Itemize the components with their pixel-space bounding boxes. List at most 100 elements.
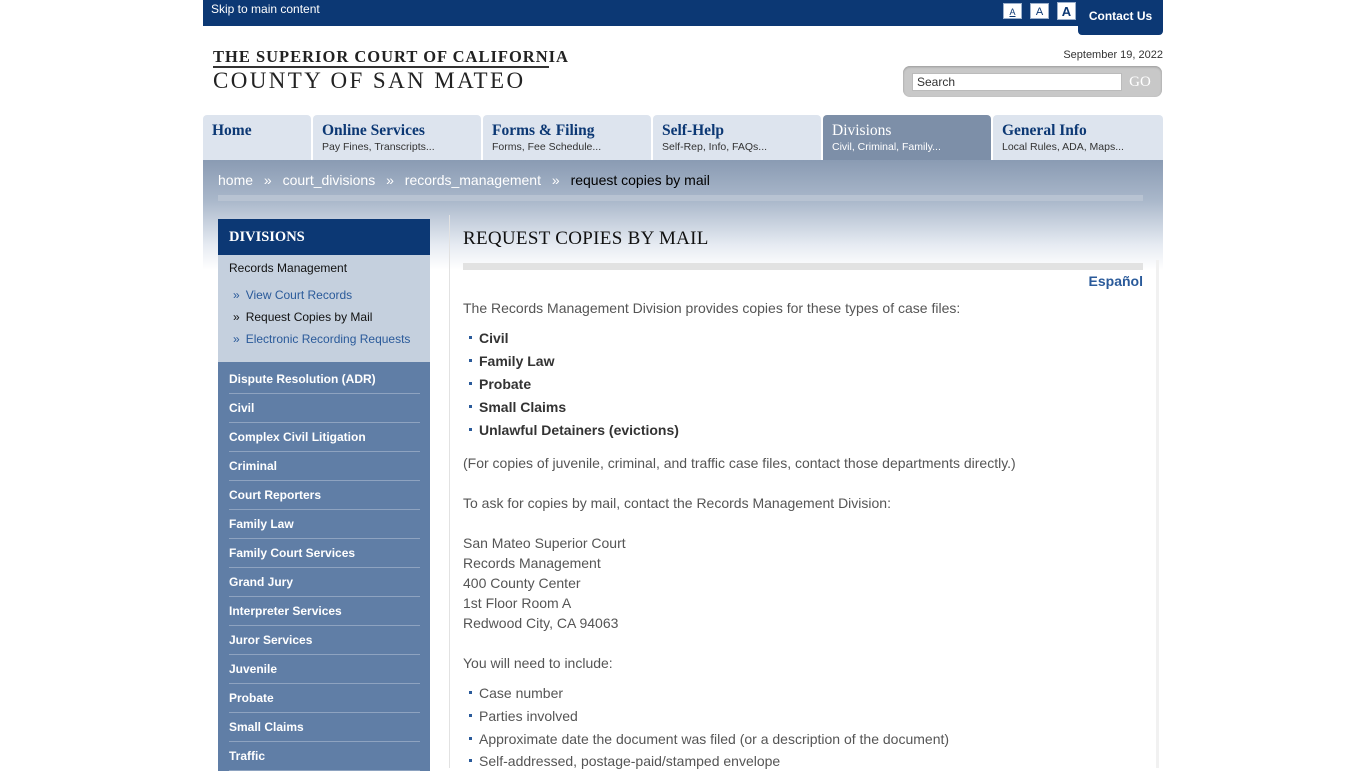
top-bar: Skip to main content A A A <box>203 0 1163 26</box>
sidebar-subitem-request-copies[interactable]: » Request Copies by Mail <box>233 310 430 324</box>
search-input[interactable] <box>912 73 1122 91</box>
espanol-link[interactable]: Español <box>1089 273 1143 289</box>
skip-to-main-link[interactable]: Skip to main content <box>211 2 320 16</box>
sidebar-subitem-label: Request Copies by Mail <box>245 310 373 324</box>
bullet-icon <box>469 736 472 740</box>
nav-tab-general-info[interactable]: General Info Local Rules, ADA, Maps... <box>993 115 1163 160</box>
note-text: (For copies of juvenile, criminal, and t… <box>463 455 1016 471</box>
contact-intro-text: To ask for copies by mail, contact the R… <box>463 495 891 511</box>
bullet-icon <box>469 358 472 362</box>
sidebar-item-adr[interactable]: Dispute Resolution (ADR) <box>229 365 420 394</box>
list-item: Small Claims <box>469 399 566 415</box>
breadcrumb-separator: » <box>263 172 272 188</box>
address-line: Records Management <box>463 555 601 571</box>
list-item: Civil <box>469 330 509 346</box>
include-item: Approximate date the document was filed … <box>479 731 950 747</box>
sidebar-item-family-law[interactable]: Family Law <box>229 510 420 539</box>
nav-tab-forms-filing[interactable]: Forms & Filing Forms, Fee Schedule... <box>483 115 651 160</box>
bullet-icon <box>469 427 472 431</box>
nav-tab-home[interactable]: Home <box>203 115 311 160</box>
breadcrumb-home[interactable]: home <box>218 172 253 188</box>
sidebar-item-family-court-services[interactable]: Family Court Services <box>229 539 420 568</box>
nav-tab-subtitle: Pay Fines, Transcripts... <box>322 141 435 153</box>
list-item: Probate <box>469 376 531 392</box>
case-type: Civil <box>479 330 509 346</box>
court-logo-line2[interactable]: COUNTY OF SAN MATEO <box>213 68 525 94</box>
nav-tab-title: Home <box>212 122 252 139</box>
sidebar-item-court-reporters[interactable]: Court Reporters <box>229 481 420 510</box>
include-item: Case number <box>479 685 564 701</box>
sidebar-item-juror-services[interactable]: Juror Services <box>229 626 420 655</box>
nav-tab-self-help[interactable]: Self-Help Self-Rep, Info, FAQs... <box>653 115 821 160</box>
nav-tab-subtitle: Forms, Fee Schedule... <box>492 141 602 153</box>
breadcrumb-separator: » <box>551 172 560 188</box>
nav-tab-subtitle: Local Rules, ADA, Maps... <box>1002 141 1124 153</box>
page: Skip to main content A A A Contact Us TH… <box>203 0 1163 771</box>
nav-tab-subtitle: Self-Rep, Info, FAQs... <box>662 141 768 153</box>
sidebar-submenu: Records Management » View Court Records »… <box>218 255 430 362</box>
breadcrumb-court-divisions[interactable]: court_divisions <box>283 172 376 188</box>
sidebar-item-records-management[interactable]: Records Management <box>229 261 430 275</box>
font-size-medium-button[interactable]: A <box>1030 3 1049 19</box>
case-type: Unlawful Detainers (evictions) <box>479 422 679 438</box>
include-item: Parties involved <box>479 708 578 724</box>
search-box: GO <box>903 66 1162 97</box>
sidebar-item-juvenile[interactable]: Juvenile <box>229 655 420 684</box>
contact-us-button[interactable]: Contact Us <box>1078 0 1163 35</box>
content-left-border <box>449 215 450 768</box>
font-size-small-button[interactable]: A <box>1003 3 1022 19</box>
bullet-icon <box>469 335 472 339</box>
address-line: 400 County Center <box>463 575 581 591</box>
nav-tab-title: General Info <box>1002 122 1087 139</box>
sidebar-item-grand-jury[interactable]: Grand Jury <box>229 568 420 597</box>
breadcrumb-divider <box>218 195 1143 201</box>
sidebar-item-traffic[interactable]: Traffic <box>229 742 420 771</box>
sidebar-subitem-label: Electronic Recording Requests <box>245 332 411 346</box>
sidebar-subitem-view-court-records[interactable]: » View Court Records <box>233 288 430 302</box>
case-type: Probate <box>479 376 532 392</box>
nav-tab-divisions[interactable]: Divisions Civil, Criminal, Family... <box>823 115 991 160</box>
sidebar-subitem-label: View Court Records <box>245 288 353 302</box>
address-line: San Mateo Superior Court <box>463 535 626 551</box>
nav-tab-subtitle: Civil, Criminal, Family... <box>832 141 941 153</box>
bullet-icon <box>469 758 472 762</box>
include-intro-text: You will need to include: <box>463 655 613 671</box>
nav-tab-title: Self-Help <box>662 122 724 139</box>
bullet-icon <box>469 404 472 408</box>
raquo-icon: » <box>233 310 240 324</box>
nav-tab-title: Divisions <box>832 122 892 139</box>
breadcrumb-records-management[interactable]: records_management <box>405 172 541 188</box>
nav-tab-online-services[interactable]: Online Services Pay Fines, Transcripts..… <box>313 115 481 160</box>
sidebar-subitem-electronic-recording[interactable]: » Electronic Recording Requests <box>233 332 430 346</box>
current-date: September 19, 2022 <box>1063 49 1163 61</box>
list-item: Unlawful Detainers (evictions) <box>469 422 679 438</box>
breadcrumb-current: request copies by mail <box>570 172 710 188</box>
sidebar-item-probate[interactable]: Probate <box>229 684 420 713</box>
sidebar-heading: DIVISIONS <box>218 219 430 255</box>
sidebar-item-criminal[interactable]: Criminal <box>229 452 420 481</box>
sidebar-item-interpreter-services[interactable]: Interpreter Services <box>229 597 420 626</box>
list-item: Family Law <box>469 353 554 369</box>
sidebar: DIVISIONS Records Management » View Court… <box>218 219 430 771</box>
list-item: Parties involved <box>469 708 578 724</box>
address-line: 1st Floor Room A <box>463 595 572 611</box>
include-item: Self-addressed, postage-paid/stamped env… <box>479 753 781 769</box>
sidebar-item-small-claims[interactable]: Small Claims <box>229 713 420 742</box>
sidebar-item-complex-civil[interactable]: Complex Civil Litigation <box>229 423 420 452</box>
intro-text: The Records Management Division provides… <box>463 300 961 316</box>
breadcrumb: home » court_divisions » records_managem… <box>218 172 710 188</box>
bullet-icon <box>469 381 472 385</box>
court-logo-line1[interactable]: THE SUPERIOR COURT OF CALIFORNIA <box>213 47 569 67</box>
address-line: Redwood City, CA 94063 <box>463 615 619 631</box>
font-size-large-button[interactable]: A <box>1057 2 1076 20</box>
main-nav: Home Online Services Pay Fines, Transcri… <box>203 115 1163 160</box>
raquo-icon: » <box>233 288 240 302</box>
sidebar-item-civil[interactable]: Civil <box>229 394 420 423</box>
bullet-icon <box>469 690 472 694</box>
search-go-button[interactable]: GO <box>1125 72 1155 92</box>
case-type: Small Claims <box>479 399 567 415</box>
sidebar-list: Dispute Resolution (ADR) Civil Complex C… <box>218 362 430 771</box>
list-item: Approximate date the document was filed … <box>469 731 949 747</box>
breadcrumb-separator: » <box>386 172 394 188</box>
raquo-icon: » <box>233 332 240 346</box>
